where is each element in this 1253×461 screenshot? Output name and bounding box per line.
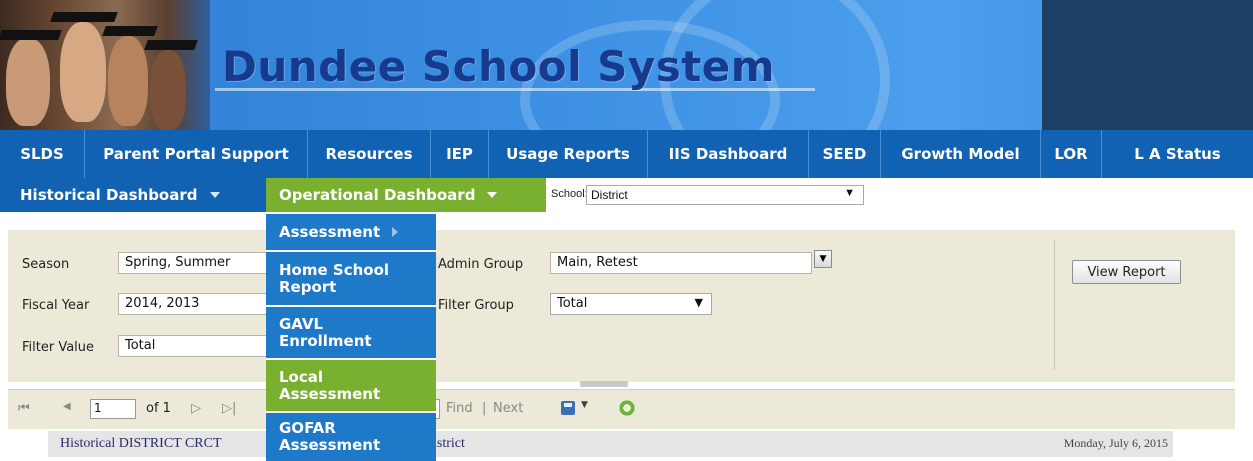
menu-item-gofar-assessment-label: GOFAR Assessment bbox=[279, 419, 381, 454]
nav-iep[interactable]: IEP bbox=[431, 130, 489, 178]
menu-item-local-assessment[interactable]: Local Assessment bbox=[266, 360, 436, 411]
save-icon[interactable] bbox=[561, 401, 575, 415]
operational-dashboard-dropdown: Assessment Home School Report GAVL Enrol… bbox=[266, 212, 436, 461]
dropdown-arrow-icon: ▼ bbox=[844, 187, 855, 199]
panel-divider bbox=[1054, 240, 1055, 370]
collapse-params-handle[interactable] bbox=[580, 381, 628, 387]
menu-item-gavl-enrollment[interactable]: GAVL Enrollment bbox=[266, 307, 436, 358]
chevron-down-icon[interactable]: ▼ bbox=[581, 400, 588, 410]
admin-group-field[interactable]: Main, Retest bbox=[550, 252, 812, 274]
chevron-down-icon bbox=[209, 192, 220, 198]
next-page-icon[interactable]: ▷ bbox=[191, 401, 201, 416]
school-select[interactable]: District ▼ bbox=[586, 185, 864, 205]
header-banner: Dundee School System bbox=[0, 0, 1253, 130]
page-number-input[interactable]: 1 bbox=[90, 399, 136, 419]
refresh-icon[interactable] bbox=[618, 399, 636, 417]
previous-page-icon[interactable]: ◀ bbox=[63, 401, 71, 412]
nav-growth-model[interactable]: Growth Model bbox=[881, 130, 1041, 178]
first-page-icon[interactable]: ⏮ bbox=[18, 401, 30, 416]
menu-item-gavl-enrollment-label: GAVL Enrollment bbox=[279, 314, 372, 350]
operational-dashboard-menu[interactable]: Operational Dashboard bbox=[266, 178, 546, 212]
chevron-down-icon bbox=[487, 192, 498, 198]
nav-usage-reports[interactable]: Usage Reports bbox=[489, 130, 648, 178]
banner-side-block bbox=[1042, 0, 1253, 130]
site-title: Dundee School System bbox=[222, 42, 776, 91]
fiscal-year-field[interactable]: 2014, 2013 bbox=[118, 293, 268, 315]
report-toolbar: ⏮ ◀ 1 of 1 ▷ ▷| Find | Next ▼ bbox=[8, 389, 1235, 429]
school-select-value: District bbox=[591, 188, 628, 202]
menu-item-assessment[interactable]: Assessment bbox=[266, 214, 436, 250]
nav-seed[interactable]: SEED bbox=[809, 130, 881, 178]
find-next-button[interactable]: Next bbox=[493, 401, 523, 416]
view-report-button[interactable]: View Report bbox=[1072, 260, 1181, 284]
menu-item-gofar-assessment[interactable]: GOFAR Assessment bbox=[266, 413, 436, 461]
report-parameters-panel: Season Spring, Summer Fiscal Year 2014, … bbox=[8, 230, 1235, 382]
menu-item-local-assessment-label: Local Assessment bbox=[279, 367, 381, 403]
fiscal-year-label: Fiscal Year bbox=[22, 298, 90, 313]
filter-group-select[interactable]: Total ▼ bbox=[550, 293, 712, 315]
season-label: Season bbox=[22, 257, 70, 272]
dashboard-subnav: Historical Dashboard Operational Dashboa… bbox=[0, 178, 1253, 212]
nav-la-status[interactable]: L A Status bbox=[1102, 130, 1253, 178]
menu-item-assessment-label: Assessment bbox=[279, 222, 381, 241]
nav-lor[interactable]: LOR bbox=[1041, 130, 1102, 178]
admin-group-label: Admin Group bbox=[438, 257, 524, 272]
filter-value-field[interactable]: Total bbox=[118, 335, 268, 357]
filter-group-value: Total bbox=[557, 296, 588, 311]
page-count: of 1 bbox=[146, 401, 171, 416]
last-page-icon[interactable]: ▷| bbox=[222, 401, 236, 416]
main-navigation: SLDS Parent Portal Support Resources IEP… bbox=[0, 130, 1253, 178]
historical-dashboard-menu[interactable]: Historical Dashboard bbox=[0, 178, 266, 212]
report-title: Historical DISTRICT CRCT bbox=[60, 436, 222, 451]
chevron-right-icon bbox=[392, 227, 399, 237]
nav-slds[interactable]: SLDS bbox=[0, 130, 85, 178]
filter-group-label: Filter Group bbox=[438, 298, 514, 313]
filter-value-label: Filter Value bbox=[22, 340, 95, 355]
report-date: Monday, July 6, 2015 bbox=[1063, 436, 1168, 450]
students-photo bbox=[0, 0, 210, 130]
toolbar-separator: | bbox=[482, 401, 487, 416]
report-header: Historical DISTRICT CRCT istrict Monday,… bbox=[48, 431, 1173, 457]
dropdown-arrow-icon: ▼ bbox=[694, 296, 703, 309]
operational-dashboard-label: Operational Dashboard bbox=[279, 186, 476, 204]
nav-iis-dashboard[interactable]: IIS Dashboard bbox=[648, 130, 809, 178]
find-button[interactable]: Find bbox=[446, 401, 473, 416]
admin-group-dropdown-button[interactable]: ▼ bbox=[814, 250, 832, 268]
nav-resources[interactable]: Resources bbox=[308, 130, 431, 178]
season-field[interactable]: Spring, Summer bbox=[118, 252, 268, 274]
report-scope: istrict bbox=[433, 436, 465, 451]
menu-item-home-school-report-label: Home School Report bbox=[279, 260, 390, 296]
historical-dashboard-label: Historical Dashboard bbox=[20, 186, 198, 204]
nav-parent-portal-support[interactable]: Parent Portal Support bbox=[85, 130, 308, 178]
menu-item-home-school-report[interactable]: Home School Report bbox=[266, 252, 436, 305]
school-label: School: bbox=[551, 188, 588, 200]
